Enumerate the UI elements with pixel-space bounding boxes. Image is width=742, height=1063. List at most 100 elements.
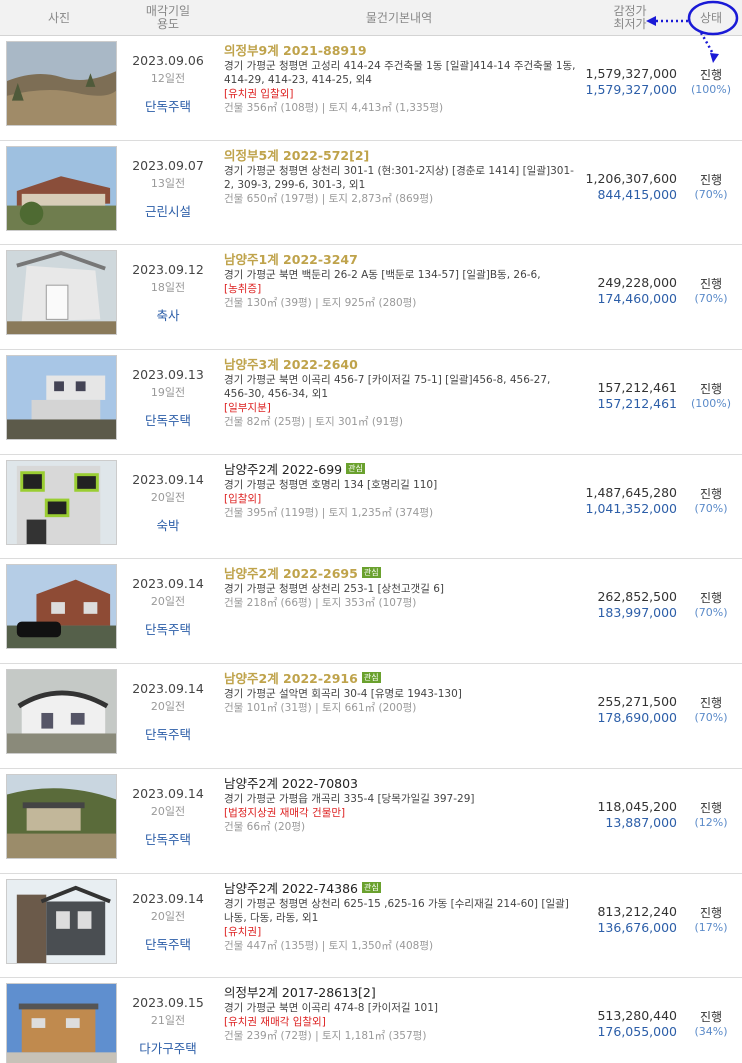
appraisal-price: 1,206,307,600	[585, 170, 677, 186]
status-label: 진행	[699, 905, 723, 920]
minimum-ratio: (70%)	[694, 606, 728, 620]
sale-date: 2023.09.12	[132, 262, 204, 278]
case-number-line[interactable]: 의정부5계 2022-572[2]	[224, 148, 576, 164]
case-number-link[interactable]: 남양주1계 2022-3247	[224, 252, 358, 267]
usage-link[interactable]: 단독주택	[118, 96, 218, 115]
case-number-line[interactable]: 남양주2계 2022-2695 관심	[224, 566, 576, 582]
header-price: 감정가 최저가	[580, 0, 680, 36]
case-number-line[interactable]: 남양주3계 2022-2640	[224, 357, 576, 373]
days-before: 21일전	[150, 1014, 186, 1028]
date-usage-cell: 2023.09.15 21일전 다가구주택	[118, 978, 218, 1063]
status-cell: 진행 (12%)	[680, 769, 742, 873]
usage-link[interactable]: 숙박	[118, 515, 218, 534]
case-number-line[interactable]: 남양주2계 2022-70803	[224, 776, 576, 792]
case-number-line[interactable]: 남양주2계 2022-2916 관심	[224, 671, 576, 687]
minimum-price: 13,887,000	[605, 814, 677, 830]
status-cell: 진행 (100%)	[680, 350, 742, 454]
header-status[interactable]: 상태	[680, 0, 742, 36]
status-label: 진행	[699, 382, 723, 397]
case-number-line[interactable]: 남양주1계 2022-3247	[224, 252, 576, 268]
days-before: 19일전	[150, 386, 186, 400]
minimum-ratio: (70%)	[694, 711, 728, 725]
case-number-link[interactable]: 의정부5계 2022-572[2]	[224, 148, 369, 163]
case-number-link[interactable]: 남양주2계 2022-2695	[224, 566, 358, 581]
interest-badge: 관심	[361, 672, 381, 684]
date-usage-cell: 2023.09.14 20일전 숙박	[118, 455, 218, 559]
table-row[interactable]: 2023.09.07 13일전 근린시설 의정부5계 2022-572[2] 경기 가평…	[0, 141, 742, 246]
status-label: 진행	[699, 486, 723, 501]
header-photo: 사진	[47, 10, 71, 25]
case-number-line[interactable]: 의정부9계 2021-88919	[224, 43, 576, 59]
case-number-line[interactable]: 남양주2계 2022-699 관심	[224, 462, 576, 478]
usage-link[interactable]: 축사	[118, 305, 218, 324]
price-cell: 513,280,440 176,055,000	[560, 978, 677, 1063]
minimum-price: 178,690,000	[597, 710, 677, 726]
case-number-link[interactable]: 의정부9계 2021-88919	[224, 43, 367, 58]
appraisal-price: 118,045,200	[597, 798, 677, 814]
status-label: 진행	[699, 696, 723, 711]
case-number-link[interactable]: 남양주2계 2022-699	[224, 462, 342, 477]
case-number-link[interactable]: 남양주2계 2022-70803	[224, 776, 358, 791]
info-cell: 남양주2계 2022-699 관심 경기 가평군 청평면 호명리 134 [호명리길…	[224, 462, 576, 520]
case-number-line[interactable]: 남양주2계 2022-74386 관심	[224, 881, 576, 897]
table-row[interactable]: 2023.09.14 20일전 단독주택 남양주2계 2022-2695 관심 경기 가평…	[0, 559, 742, 665]
address: 경기 가평군 청평면 고성리 414-24 주건축물 1동 [일괄]414-14…	[224, 60, 576, 86]
info-cell: 남양주1계 2022-3247 경기 가평군 북면 백둔리 26-2 A동 [백둔…	[224, 252, 576, 310]
land-lot-photo[interactable]	[6, 41, 117, 126]
usage-link[interactable]: 단독주택	[118, 934, 218, 953]
case-number-link[interactable]: 의정부2계 2017-28613[2]	[224, 985, 376, 1000]
case-number-link[interactable]: 남양주2계 2022-2916	[224, 671, 358, 686]
table-row[interactable]: 2023.09.12 18일전 축사 남양주1계 2022-3247 경기 가평군 북면…	[0, 245, 742, 351]
status-cell: 진행 (70%)	[680, 245, 742, 349]
days-before: 20일전	[150, 595, 186, 609]
case-number-line[interactable]: 의정부2계 2017-28613[2]	[224, 985, 576, 1001]
usage-link[interactable]: 단독주택	[118, 724, 218, 743]
header-minimum[interactable]: 최저가	[613, 18, 646, 31]
area-info: 건물 239㎡ (72평) | 토지 1,181㎡ (357평)	[224, 1030, 427, 1043]
long-building-photo[interactable]	[6, 145, 117, 231]
table-row[interactable]: 2023.09.14 20일전 단독주택 남양주2계 2022-74386 관심 경기 가…	[0, 874, 742, 979]
barn-photo[interactable]	[6, 250, 117, 336]
hillside-house-photo[interactable]	[6, 773, 117, 859]
multi-family-photo[interactable]	[6, 983, 117, 1063]
case-number-link[interactable]: 남양주3계 2022-2640	[224, 357, 358, 372]
days-before: 20일전	[150, 700, 186, 714]
usage-link[interactable]: 단독주택	[118, 619, 218, 638]
price-cell: 249,228,000 174,460,000	[560, 245, 677, 349]
usage-link[interactable]: 단독주택	[118, 829, 218, 848]
info-cell: 남양주3계 2022-2640 경기 가평군 북면 이곡리 456-7 [카이저길…	[224, 357, 576, 429]
table-row[interactable]: 2023.09.06 12일전 단독주택 의정부9계 2021-88919 경기 가평군…	[0, 36, 742, 141]
usage-link[interactable]: 근린시설	[118, 201, 218, 220]
usage-link[interactable]: 다가구주택	[118, 1038, 218, 1057]
status-cell: 진행 (70%)	[680, 455, 742, 559]
price-cell: 255,271,500 178,690,000	[560, 664, 677, 768]
modern-lodging-photo[interactable]	[6, 459, 117, 545]
info-cell: 남양주2계 2022-70803 경기 가평군 가평읍 개곡리 335-4 [당목…	[224, 776, 576, 834]
header-info: 물건기본내역	[365, 10, 433, 25]
stone-house-photo[interactable]	[6, 878, 117, 964]
minimum-price: 1,579,327,000	[585, 82, 677, 97]
sale-date: 2023.09.06	[132, 53, 204, 68]
table-row[interactable]: 2023.09.14 20일전 단독주택 남양주2계 2022-70803 경기 가평군…	[0, 769, 742, 874]
case-number-link[interactable]: 남양주2계 2022-74386	[224, 881, 358, 896]
days-before: 20일전	[150, 909, 186, 923]
table-row[interactable]: 2023.09.13 19일전 단독주택 남양주3계 2022-2640 경기 가평군 …	[0, 350, 742, 455]
minimum-ratio: (70%)	[694, 292, 728, 306]
area-info: 건물 130㎡ (39평) | 토지 925㎡ (280평)	[224, 297, 417, 310]
address: 경기 가평군 가평읍 개곡리 335-4 [당목가일길 397-29]	[224, 792, 475, 805]
appraisal-price: 255,271,500	[597, 694, 677, 710]
sale-date: 2023.09.07	[132, 157, 204, 173]
appraisal-price: 249,228,000	[597, 275, 677, 291]
table-row[interactable]: 2023.09.14 20일전 단독주택 남양주2계 2022-2916 관심 경기 가평…	[0, 664, 742, 769]
modular-house-photo[interactable]	[6, 355, 117, 441]
address: 경기 가평군 북면 이곡리 456-7 [카이저길 75-1] [일괄]456-…	[224, 374, 551, 401]
brick-house-photo[interactable]	[6, 564, 117, 650]
table-header: 사진 매각기일 용도 물건기본내역 감정가 최저가 상태	[0, 0, 742, 36]
special-conditions: [유치권]	[224, 925, 262, 938]
status-cell: 진행 (70%)	[680, 664, 742, 768]
cottage-photo[interactable]	[6, 669, 117, 755]
minimum-ratio: (100%)	[690, 397, 732, 411]
table-row[interactable]: 2023.09.15 21일전 다가구주택 의정부2계 2017-28613[2] 경기…	[0, 978, 742, 1063]
table-row[interactable]: 2023.09.14 20일전 숙박 남양주2계 2022-699 관심 경기 가평군 청…	[0, 455, 742, 560]
usage-link[interactable]: 단독주택	[118, 410, 218, 429]
